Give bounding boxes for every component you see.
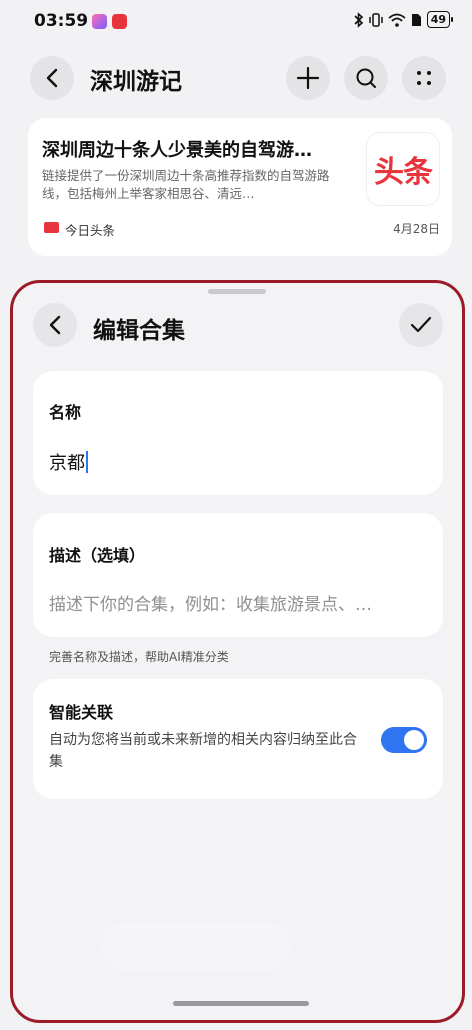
drag-handle[interactable] xyxy=(208,289,266,294)
status-time: 03:59 xyxy=(34,11,89,31)
edit-collection-sheet: 编辑合集 名称 京都 描述（选填） 描述下你的合集，例如：收集旅游景点、… 完善… xyxy=(10,280,465,1023)
sheet-back-button[interactable] xyxy=(33,303,77,347)
article-title: 深圳周边十条人少景美的自驾游… xyxy=(42,140,312,161)
search-icon xyxy=(356,68,376,88)
back-button[interactable] xyxy=(30,56,74,100)
status-bar: 03:59 49 xyxy=(0,0,472,44)
name-input[interactable]: 京都 xyxy=(49,449,88,475)
name-input-value: 京都 xyxy=(49,453,85,474)
faded-bottom-button xyxy=(101,923,291,971)
description-input[interactable]: 描述下你的合集，例如：收集旅游景点、… xyxy=(49,590,433,615)
chevron-left-icon xyxy=(49,315,61,335)
bluetooth-icon xyxy=(354,11,363,28)
battery-icon: 49 xyxy=(426,11,454,28)
name-panel: 名称 京都 xyxy=(33,371,443,495)
more-button[interactable] xyxy=(402,56,446,100)
chevron-left-icon xyxy=(46,68,58,88)
name-label: 名称 xyxy=(49,403,82,422)
toutiao-notification-icon xyxy=(112,14,127,29)
sim-icon xyxy=(411,13,421,26)
add-button[interactable] xyxy=(286,56,330,100)
smart-association-title: 智能关联 xyxy=(49,703,114,722)
smart-association-panel: 智能关联 自动为您将当前或未来新增的相关内容归纳至此合集 xyxy=(33,679,443,799)
wifi-icon xyxy=(388,13,406,27)
description-label: 描述（选填） xyxy=(49,546,146,565)
article-card[interactable]: 深圳周边十条人少景美的自驾游… 链接提供了一份深圳周边十条高推荐指数的自驾游路线… xyxy=(28,118,452,256)
app-notification-icon xyxy=(92,14,107,29)
article-source: 今日头条 xyxy=(65,223,116,238)
description-panel: 描述（选填） 描述下你的合集，例如：收集旅游景点、… xyxy=(33,513,443,637)
smart-association-toggle[interactable] xyxy=(381,727,427,753)
hint-text: 完善名称及描述，帮助AI精准分类 xyxy=(49,650,229,664)
more-dots-icon xyxy=(417,71,431,85)
toggle-knob xyxy=(404,730,424,750)
status-icons: 49 xyxy=(354,11,454,28)
search-button[interactable] xyxy=(344,56,388,100)
article-description: 链接提供了一份深圳周边十条高推荐指数的自驾游路线，包括梅州上举客家相思谷、清远… xyxy=(42,168,330,201)
page-title: 深圳游记 xyxy=(90,69,182,95)
toutiao-logo-icon xyxy=(44,222,59,233)
app-header: 深圳游记 xyxy=(0,52,472,104)
article-date: 4月28日 xyxy=(393,222,440,236)
confirm-button[interactable] xyxy=(399,303,443,347)
vibrate-icon xyxy=(368,12,383,27)
sheet-title: 编辑合集 xyxy=(93,318,185,344)
article-thumbnail: 头条 xyxy=(366,132,440,206)
plus-icon xyxy=(297,67,319,89)
check-icon xyxy=(410,316,432,333)
home-indicator[interactable] xyxy=(173,1001,309,1006)
smart-association-description: 自动为您将当前或未来新增的相关内容归纳至此合集 xyxy=(49,732,357,770)
text-caret xyxy=(86,451,88,473)
